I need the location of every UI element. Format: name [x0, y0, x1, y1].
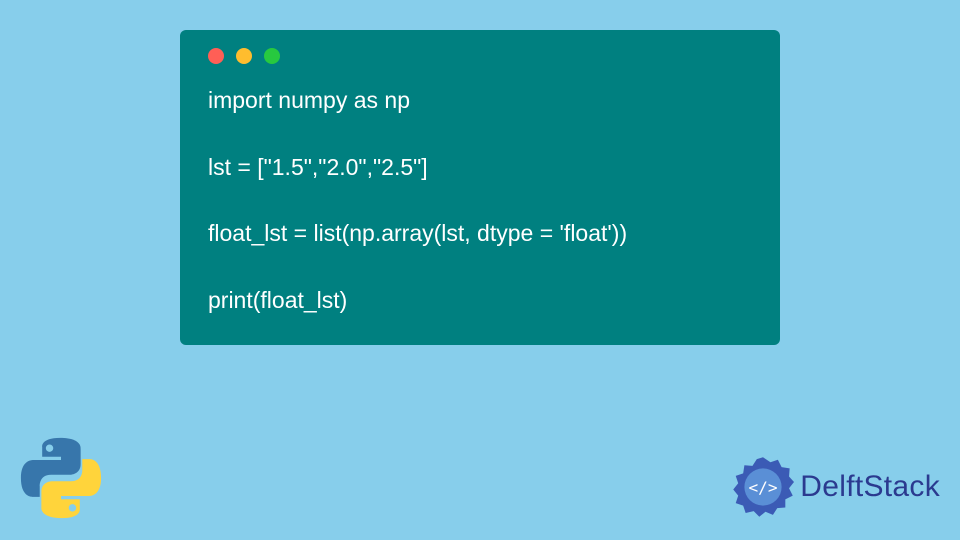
code-line: print(float_lst)	[208, 287, 347, 313]
maximize-icon	[264, 48, 280, 64]
minimize-icon	[236, 48, 252, 64]
code-line: lst = ["1.5","2.0","2.5"]	[208, 154, 428, 180]
python-logo-icon	[16, 433, 106, 528]
svg-text:</>: </>	[749, 478, 778, 497]
traffic-lights	[208, 48, 752, 64]
code-block: import numpy as np lst = ["1.5","2.0","2…	[208, 84, 752, 317]
code-line: float_lst = list(np.array(lst, dtype = '…	[208, 220, 627, 246]
code-window: import numpy as np lst = ["1.5","2.0","2…	[180, 30, 780, 345]
delftstack-brand: </> DelftStack	[732, 456, 940, 518]
delftstack-label: DelftStack	[800, 470, 940, 504]
delftstack-logo-icon: </>	[732, 456, 794, 518]
code-line: import numpy as np	[208, 87, 410, 113]
close-icon	[208, 48, 224, 64]
